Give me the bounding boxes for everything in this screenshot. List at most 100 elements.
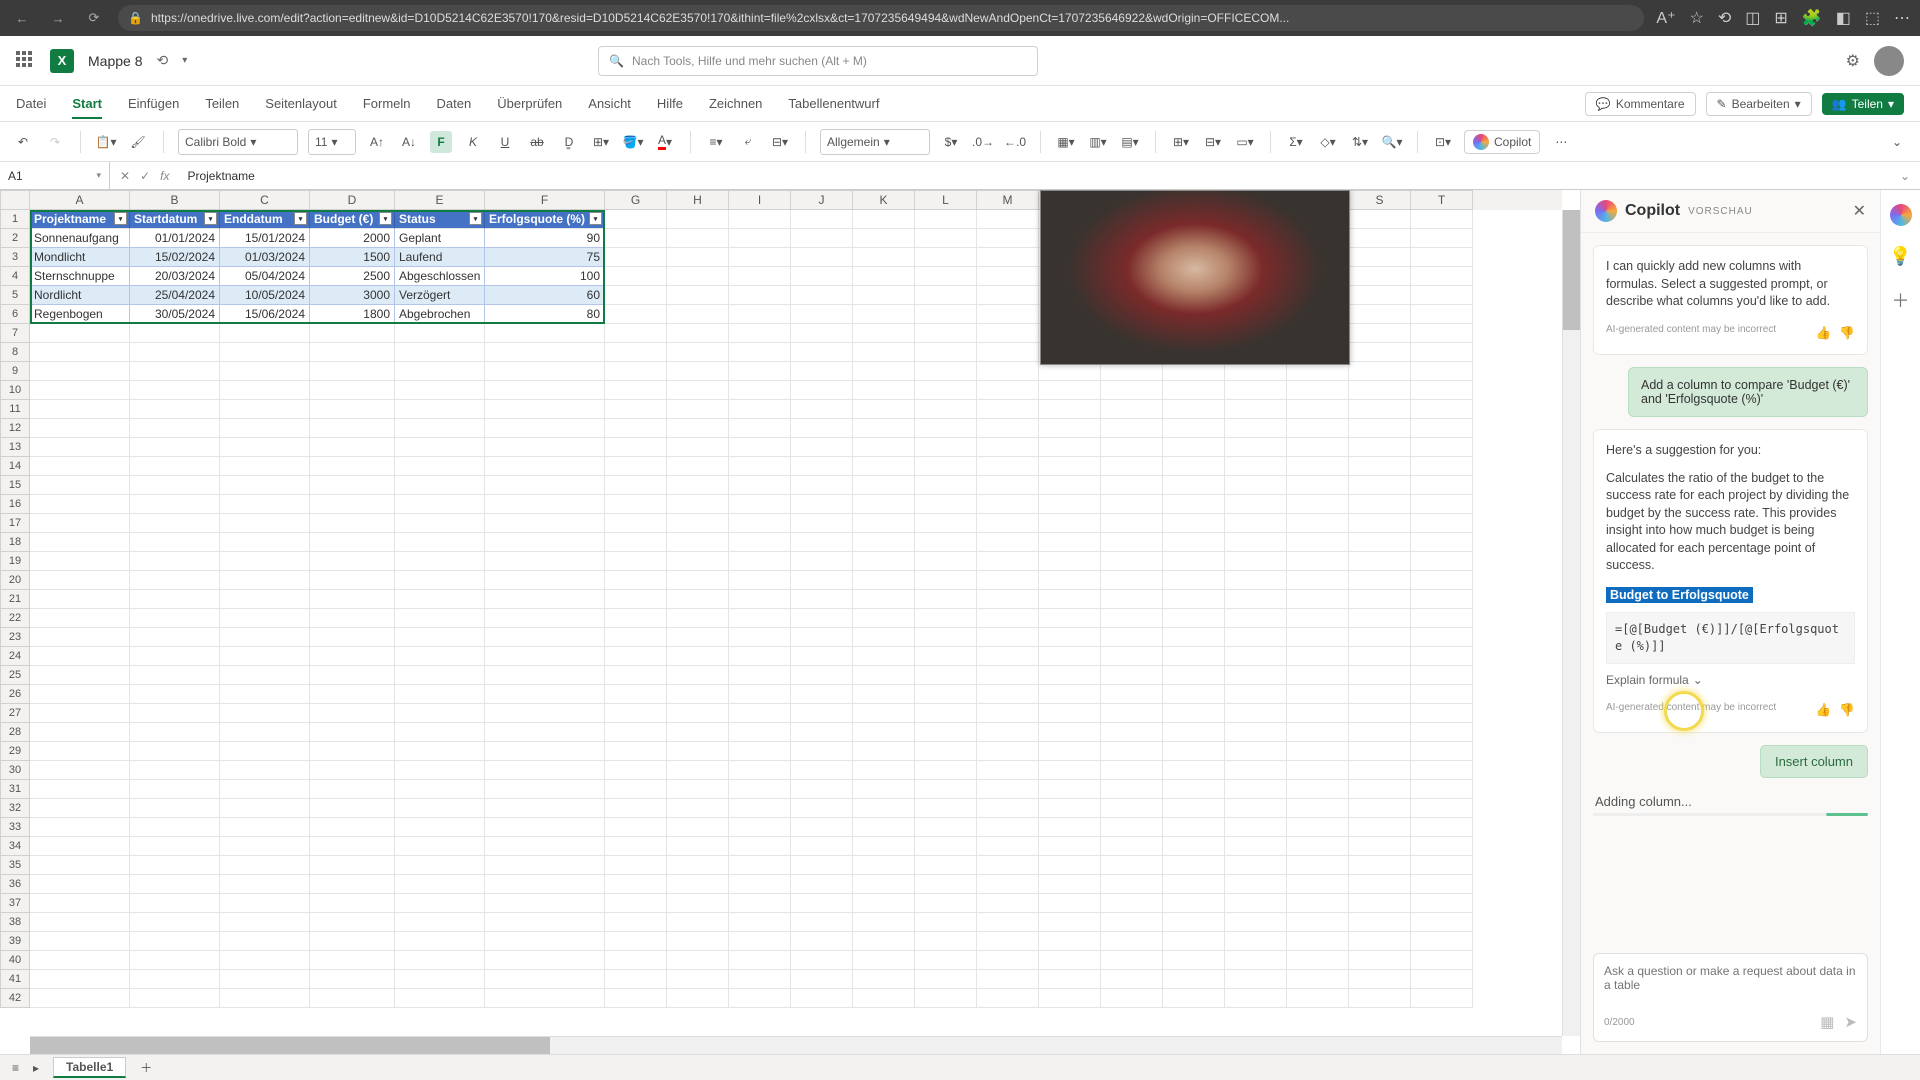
cell[interactable] — [1225, 780, 1287, 799]
cell[interactable] — [220, 837, 310, 856]
cell[interactable] — [977, 514, 1039, 533]
cell[interactable] — [220, 609, 310, 628]
cell[interactable] — [915, 571, 977, 590]
cell[interactable] — [667, 419, 729, 438]
cell[interactable] — [605, 723, 667, 742]
cell[interactable] — [1349, 742, 1411, 761]
cell[interactable] — [1349, 913, 1411, 932]
cell[interactable] — [1411, 780, 1473, 799]
cell[interactable] — [1039, 419, 1101, 438]
cell[interactable] — [605, 761, 667, 780]
cell[interactable] — [395, 723, 485, 742]
cell[interactable] — [1349, 571, 1411, 590]
cell[interactable] — [395, 951, 485, 970]
row-header[interactable]: 37 — [0, 894, 30, 913]
row-header[interactable]: 14 — [0, 457, 30, 476]
lightbulb-icon[interactable]: 💡 — [1889, 246, 1911, 267]
cell[interactable] — [791, 742, 853, 761]
cell[interactable] — [30, 818, 130, 837]
cell[interactable] — [977, 704, 1039, 723]
cell[interactable] — [130, 761, 220, 780]
font-color-icon[interactable]: A▾ — [654, 131, 676, 153]
cell[interactable] — [729, 438, 791, 457]
cell[interactable] — [977, 533, 1039, 552]
cell[interactable] — [1411, 799, 1473, 818]
cell[interactable] — [130, 400, 220, 419]
undo-icon[interactable]: ↶ — [12, 131, 34, 153]
cell[interactable] — [130, 723, 220, 742]
column-header[interactable]: S — [1349, 190, 1411, 210]
cell[interactable] — [977, 799, 1039, 818]
cell[interactable] — [1039, 989, 1101, 1008]
cell[interactable] — [310, 894, 395, 913]
cell[interactable] — [30, 799, 130, 818]
font-size-select[interactable]: 11▾ — [308, 129, 356, 155]
cancel-formula-icon[interactable]: ✕ — [120, 169, 130, 183]
cell[interactable] — [977, 761, 1039, 780]
cell[interactable] — [915, 761, 977, 780]
cell-style-icon[interactable]: ▤▾ — [1119, 131, 1141, 153]
cell[interactable] — [1039, 647, 1101, 666]
cell[interactable] — [220, 875, 310, 894]
cell[interactable] — [977, 590, 1039, 609]
cell[interactable] — [395, 799, 485, 818]
cell[interactable] — [130, 875, 220, 894]
cell[interactable] — [791, 647, 853, 666]
column-header[interactable]: A — [30, 190, 130, 210]
cell[interactable] — [667, 989, 729, 1008]
cell[interactable] — [30, 362, 130, 381]
cell[interactable] — [485, 590, 605, 609]
cell[interactable] — [853, 685, 915, 704]
cell[interactable] — [130, 362, 220, 381]
cell[interactable] — [485, 704, 605, 723]
cell[interactable] — [310, 381, 395, 400]
cell[interactable] — [1225, 514, 1287, 533]
cell[interactable] — [605, 419, 667, 438]
cell[interactable] — [1163, 495, 1225, 514]
cell[interactable] — [30, 533, 130, 552]
cell[interactable] — [1039, 780, 1101, 799]
cell[interactable] — [1225, 818, 1287, 837]
cell[interactable] — [1039, 628, 1101, 647]
cell[interactable] — [791, 476, 853, 495]
cell[interactable] — [729, 761, 791, 780]
cell[interactable] — [605, 647, 667, 666]
cell[interactable] — [130, 856, 220, 875]
cell[interactable] — [605, 381, 667, 400]
cell[interactable] — [485, 951, 605, 970]
cell[interactable] — [915, 552, 977, 571]
cell[interactable] — [915, 533, 977, 552]
cell[interactable] — [1411, 343, 1473, 362]
cell[interactable] — [915, 286, 977, 305]
cell[interactable] — [220, 438, 310, 457]
cell[interactable] — [853, 761, 915, 780]
tab-teilen[interactable]: Teilen — [205, 96, 239, 111]
cell[interactable] — [30, 894, 130, 913]
cell[interactable] — [915, 799, 977, 818]
cell[interactable] — [853, 704, 915, 723]
filter-dropdown-icon[interactable]: ▾ — [204, 212, 217, 225]
cell[interactable] — [791, 628, 853, 647]
cell[interactable] — [1411, 248, 1473, 267]
cell[interactable] — [130, 381, 220, 400]
cell[interactable] — [667, 799, 729, 818]
cell[interactable] — [1287, 742, 1349, 761]
row-header[interactable]: 22 — [0, 609, 30, 628]
cell[interactable] — [1163, 571, 1225, 590]
row-header[interactable]: 20 — [0, 571, 30, 590]
kommentare-button[interactable]: 💬Kommentare — [1585, 92, 1696, 116]
cell[interactable] — [1349, 533, 1411, 552]
cell[interactable] — [310, 571, 395, 590]
cell[interactable] — [977, 324, 1039, 343]
cell[interactable] — [1101, 685, 1163, 704]
cell[interactable] — [853, 951, 915, 970]
cell[interactable] — [1411, 552, 1473, 571]
cell[interactable] — [977, 856, 1039, 875]
cell[interactable] — [977, 723, 1039, 742]
cell[interactable]: Verzögert — [395, 286, 485, 305]
cell[interactable] — [1349, 343, 1411, 362]
document-title[interactable]: Mappe 8 — [88, 53, 142, 69]
cell[interactable] — [853, 818, 915, 837]
close-icon[interactable]: ✕ — [1853, 201, 1866, 221]
cell[interactable] — [485, 571, 605, 590]
